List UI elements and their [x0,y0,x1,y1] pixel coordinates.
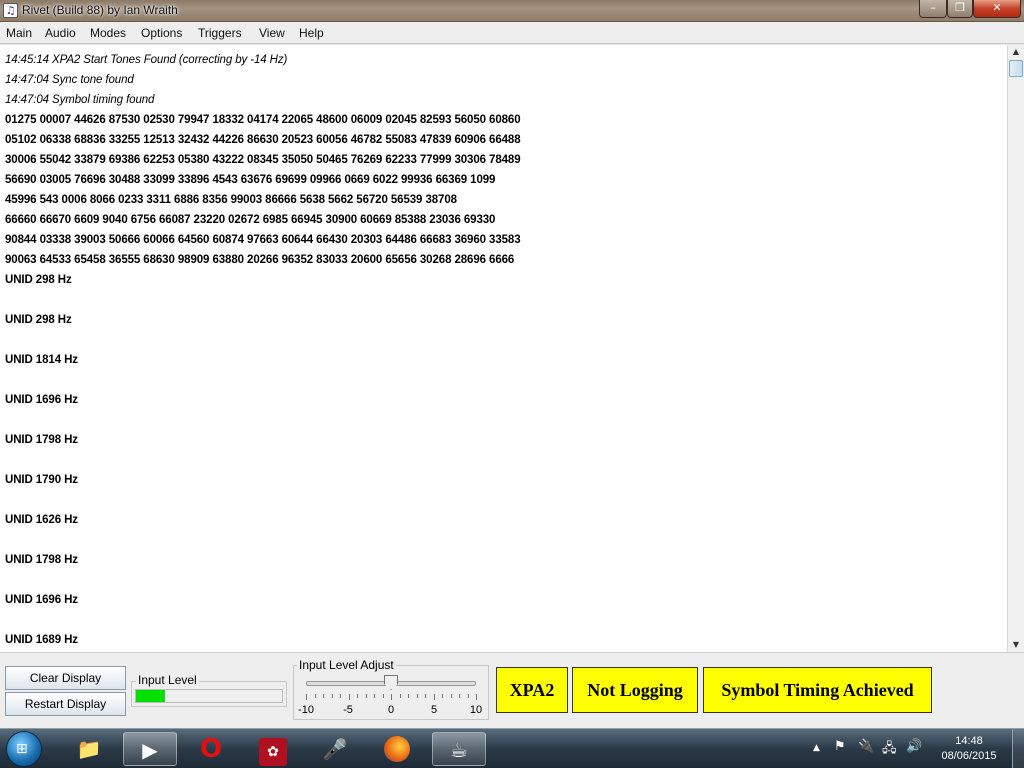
log-line: 45996 543 0006 8066 0233 3311 6886 8356 … [5,194,457,206]
slider-tick-label: 0 [387,704,395,716]
slider-tick [442,694,443,698]
menu-help[interactable]: Help [299,26,324,40]
slider-tick [374,694,375,698]
log-line: UNID 1696 Hz [5,394,78,406]
log-line: 14:47:04 Symbol timing found [5,94,155,106]
slider-tick [417,694,418,698]
mode-status: XPA2 [496,667,568,713]
slider-tick [323,694,324,698]
title-bar: ♫ Rivet (Build 88) by Ian Wraith – ❐ ✕ [0,0,1024,22]
slider-tick [306,694,307,700]
windows-flag-icon: ⊞ [16,741,28,757]
vertical-scrollbar[interactable]: ▲ ▼ [1007,45,1024,652]
log-line: UNID 298 Hz [5,274,72,286]
log-line: UNID 1689 Hz [5,634,78,646]
scroll-down-icon[interactable]: ▼ [1008,638,1024,652]
slider-tick [366,694,367,698]
input-level-fill [136,690,165,702]
slider-tick-label: 10 [469,704,483,716]
taskbar: ⊞ 📁 ▶ O ✿ 🎤 ☕ ▲ ⚑ 🔌 🖧 🔊 14:48 08/06/2015 [0,728,1024,768]
log-line: UNID 1798 Hz [5,434,78,446]
clock-time: 14:48 [955,735,983,747]
slider-tick [459,694,460,698]
menu-triggers[interactable]: Triggers [198,26,242,40]
app-icon[interactable]: ♫ [3,3,18,18]
log-line: 66660 66670 6609 9040 6756 66087 23220 0… [5,214,496,226]
system-clock[interactable]: 14:48 08/06/2015 [930,734,1008,764]
firefox-icon[interactable] [370,732,424,766]
menu-options[interactable]: Options [141,26,182,40]
menu-view[interactable]: View [259,26,285,40]
log-line: UNID 298 Hz [5,314,72,326]
maximize-button[interactable]: ❐ [947,0,973,18]
scroll-thumb[interactable] [1009,60,1023,77]
slider-tick-label: 5 [430,704,438,716]
menu-main[interactable]: Main [6,26,32,40]
opera-icon[interactable]: O [184,732,238,766]
network-icon[interactable]: 🖧 [882,739,897,761]
log-line: UNID 1626 Hz [5,514,78,526]
media-player-icon[interactable]: ▶ [123,732,177,766]
input-level-adjust-title: Input Level Adjust [297,658,396,672]
menu-modes[interactable]: Modes [90,26,126,40]
log-line: 30006 55042 33879 69386 62253 05380 4322… [5,154,521,166]
log-line: 14:45:14 XPA2 Start Tones Found (correct… [5,54,288,66]
slider-tick [451,694,452,698]
slider-tick [400,694,401,698]
log-line: UNID 1790 Hz [5,474,78,486]
minimize-button[interactable]: – [919,0,947,18]
microphone-icon[interactable]: 🎤 [308,732,362,766]
folder-icon[interactable]: 📁 [62,732,116,766]
input-level-title: Input Level [136,673,199,687]
slider-tick [332,694,333,698]
slider-tick [391,694,392,700]
clear-display-button[interactable]: Clear Display [5,666,126,690]
clock-date: 08/06/2015 [941,750,997,762]
slider-tick [434,694,435,700]
log-line: 01275 00007 44626 87530 02530 79947 1833… [5,114,521,126]
slider-tick [315,694,316,698]
java-icon[interactable]: ☕ [432,732,486,766]
mendeley-icon[interactable]: ✿ [246,732,300,766]
log-line: UNID 1814 Hz [5,354,78,366]
log-line: UNID 1798 Hz [5,554,78,566]
menu-audio[interactable]: Audio [45,26,76,40]
slider-tick [468,694,469,698]
log-line: UNID 1696 Hz [5,594,78,606]
slider-tick [349,694,350,700]
log-line: 56690 03005 76696 30488 33099 33896 4543… [5,174,496,186]
slider-tick [340,694,341,698]
menu-bar: Main Audio Modes Options Triggers View H… [0,22,1024,44]
power-icon[interactable]: 🔌 [858,739,874,754]
slider-tick-label: -5 [343,704,353,716]
slider-tick [425,694,426,698]
show-desktop-button[interactable] [1012,729,1024,768]
log-line: 90063 64533 65458 36555 68630 98909 6388… [5,254,515,266]
slider-tick [408,694,409,698]
timing-status: Symbol Timing Achieved [703,667,932,713]
log-line: 14:47:04 Sync tone found [5,74,134,86]
slider-tick-label: -10 [298,704,314,716]
log-line: 05102 06338 68836 33255 12513 32432 4422… [5,134,521,146]
log-display[interactable]: 14:45:14 XPA2 Start Tones Found (correct… [0,45,1007,652]
slider-tick [357,694,358,698]
slider-tick [476,694,477,700]
log-line: 90844 03338 39003 50666 60066 64560 6087… [5,234,521,246]
scroll-up-icon[interactable]: ▲ [1008,45,1024,59]
close-button[interactable]: ✕ [973,0,1021,18]
logging-status: Not Logging [572,667,698,713]
window-title: Rivet (Build 88) by Ian Wraith [22,3,178,17]
tray-expand-icon[interactable]: ▲ [813,743,820,753]
flag-icon[interactable]: ⚑ [834,739,846,754]
slider-tick [383,694,384,698]
volume-icon[interactable]: 🔊 [906,739,922,754]
restart-display-button[interactable]: Restart Display [5,692,126,716]
